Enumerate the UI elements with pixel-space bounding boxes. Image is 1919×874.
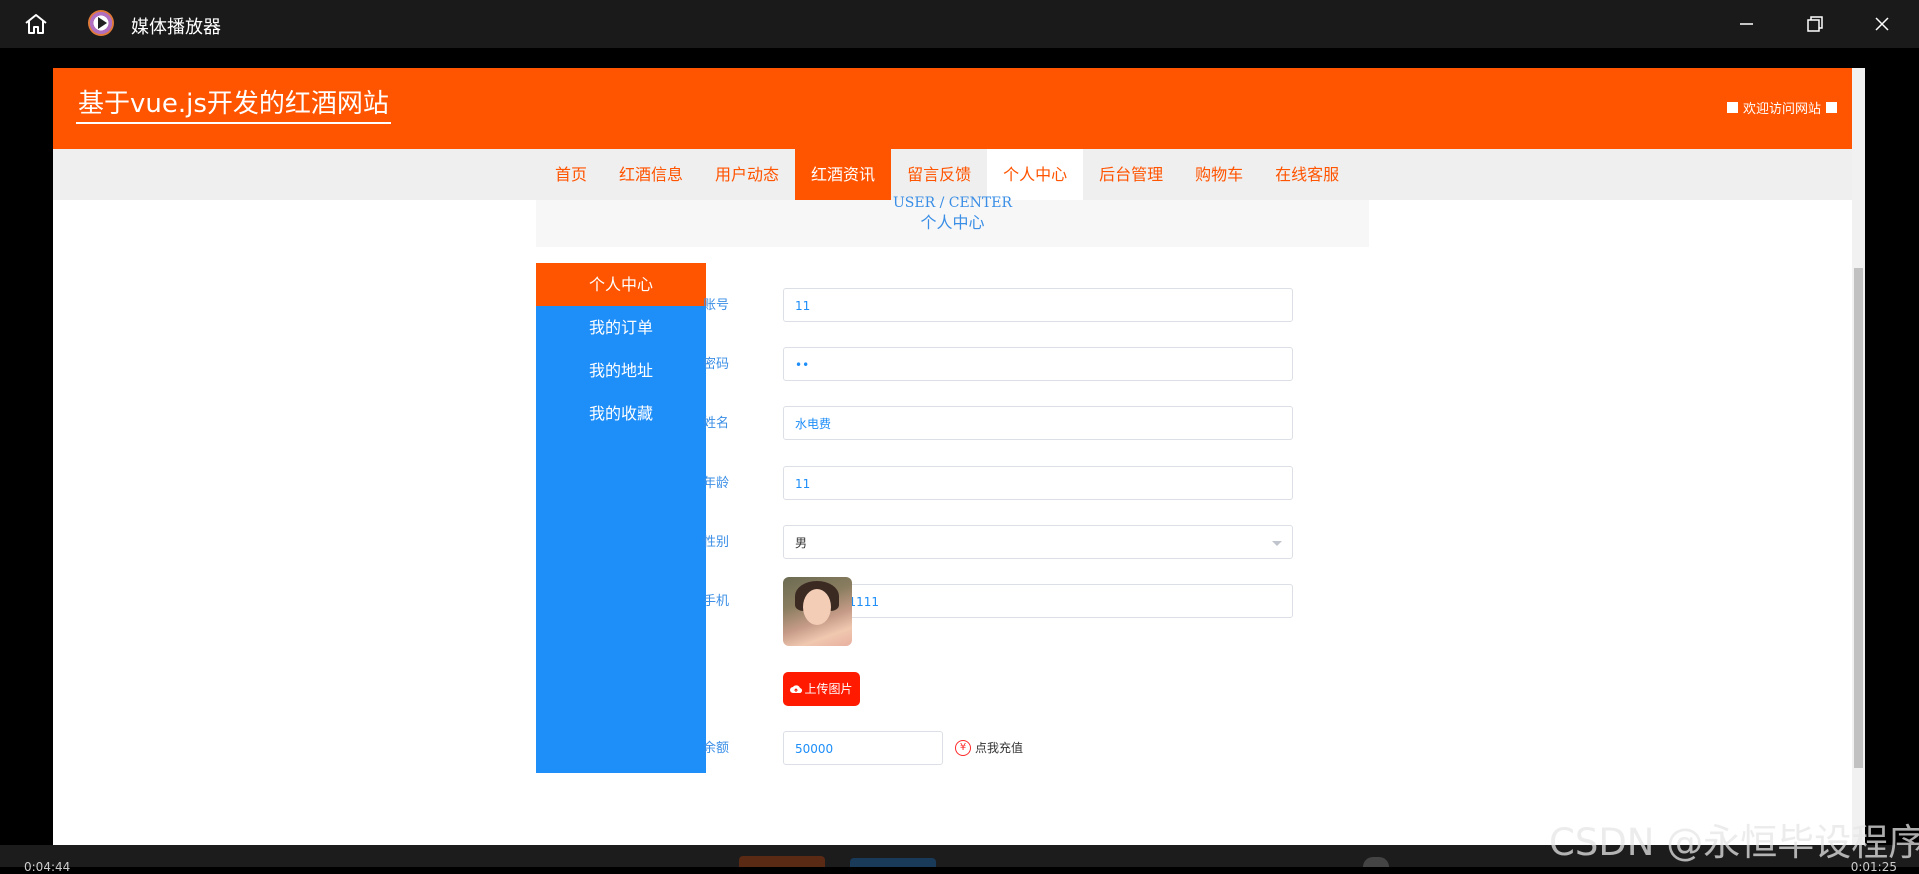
player-control-button[interactable] [850,858,936,867]
phone-label: 手机 [703,594,730,609]
restore-icon[interactable] [1791,8,1837,40]
cloud-upload-icon [790,685,803,694]
home-icon[interactable] [22,12,50,36]
yen-icon: ¥ [955,739,971,756]
gender-value: 男 [795,536,808,550]
upload-button-label: 上传图片 [804,682,853,696]
site-header: 基于vue.js开发的红酒网站 欢迎访问网站 [53,68,1852,149]
chevron-down-icon [1272,541,1282,546]
nav-item[interactable]: 红酒信息 [603,149,699,200]
balance-row: 余额 50000 ¥ 点我充值 [703,731,1103,767]
account-label: 账号 [703,298,730,313]
section-title-cn: 个人中心 [920,213,985,232]
password-row: 密码 •• [703,347,1293,383]
side-menu-item[interactable]: 我的地址 [536,349,706,392]
side-menu-item[interactable]: 我的收藏 [536,392,706,435]
video-frame: 基于vue.js开发的红酒网站 欢迎访问网站 首页 红酒信息 用户动态 红酒资讯 留言反… [53,68,1865,845]
section-heading: USER / CENTER 个人中心 [536,195,1369,247]
gender-label: 性别 [703,535,730,550]
nav-item[interactable]: 红酒资讯 [795,149,892,200]
watermark: CSDN @永恒毕设程序 [1549,821,1919,864]
recharge-link[interactable]: ¥ 点我充值 [955,739,1023,756]
age-input[interactable]: 11 [783,466,1293,500]
account-input[interactable]: 11 [783,288,1293,322]
page-scrollbar[interactable] [1852,68,1865,845]
square-icon [1726,102,1738,113]
account-row: 账号 11 [703,288,1293,324]
nav-item[interactable]: 个人中心 [987,149,1084,200]
name-row: 姓名 水电费 [703,406,1293,442]
age-row: 年龄 11 [703,466,1293,502]
avatar-face [803,589,831,625]
nav-item[interactable]: 后台管理 [1083,149,1179,200]
password-label: 密码 [703,357,730,372]
name-input[interactable]: 水电费 [783,406,1293,440]
avatar [783,577,852,646]
nav-item[interactable]: 在线客服 [1259,149,1355,200]
title-bar: 媒体播放器 [0,0,1919,48]
player-control-button[interactable] [739,856,825,867]
nav-item[interactable]: 留言反馈 [891,149,987,200]
welcome-text: 欢迎访问网站 [1742,102,1821,117]
play-glyph-icon [98,17,107,29]
balance-input: 50000 [783,731,943,765]
name-label: 姓名 [703,416,730,431]
main-nav: 首页 红酒信息 用户动态 红酒资讯 留言反馈 个人中心 后台管理 购物车 在线客服 [53,149,1852,200]
recharge-label: 点我充值 [975,741,1024,755]
site-title[interactable]: 基于vue.js开发的红酒网站 [76,88,391,124]
upload-button[interactable]: 上传图片 [783,672,860,706]
gender-row: 性别 男 [703,525,1293,561]
password-input[interactable]: •• [783,347,1293,381]
app-title: 媒体播放器 [131,17,221,38]
side-menu-item[interactable]: 我的订单 [536,306,706,349]
nav-item[interactable]: 首页 [539,149,603,200]
age-label: 年龄 [703,476,730,491]
welcome-banner: 欢迎访问网站 [1726,98,1837,117]
nav-items: 首页 红酒信息 用户动态 红酒资讯 留言反馈 个人中心 后台管理 购物车 在线客服 [539,149,1355,200]
minimize-icon[interactable] [1723,8,1769,40]
side-menu: 个人中心 我的订单 我的地址 我的收藏 [536,263,706,773]
close-icon[interactable] [1859,8,1905,40]
square-icon [1826,102,1837,113]
side-menu-item[interactable]: 个人中心 [536,263,706,306]
phone-input[interactable]: 11111111111 [783,584,1293,618]
section-title-en: USER / CENTER [892,195,1013,211]
nav-item[interactable]: 购物车 [1179,149,1259,200]
gender-select[interactable]: 男 [783,525,1293,559]
nav-item[interactable]: 用户动态 [699,149,795,200]
player-control-button[interactable] [1363,857,1389,867]
balance-label: 余额 [703,741,730,756]
scrollbar-thumb[interactable] [1854,268,1863,768]
elapsed-time: 0:04:44 [24,860,71,874]
